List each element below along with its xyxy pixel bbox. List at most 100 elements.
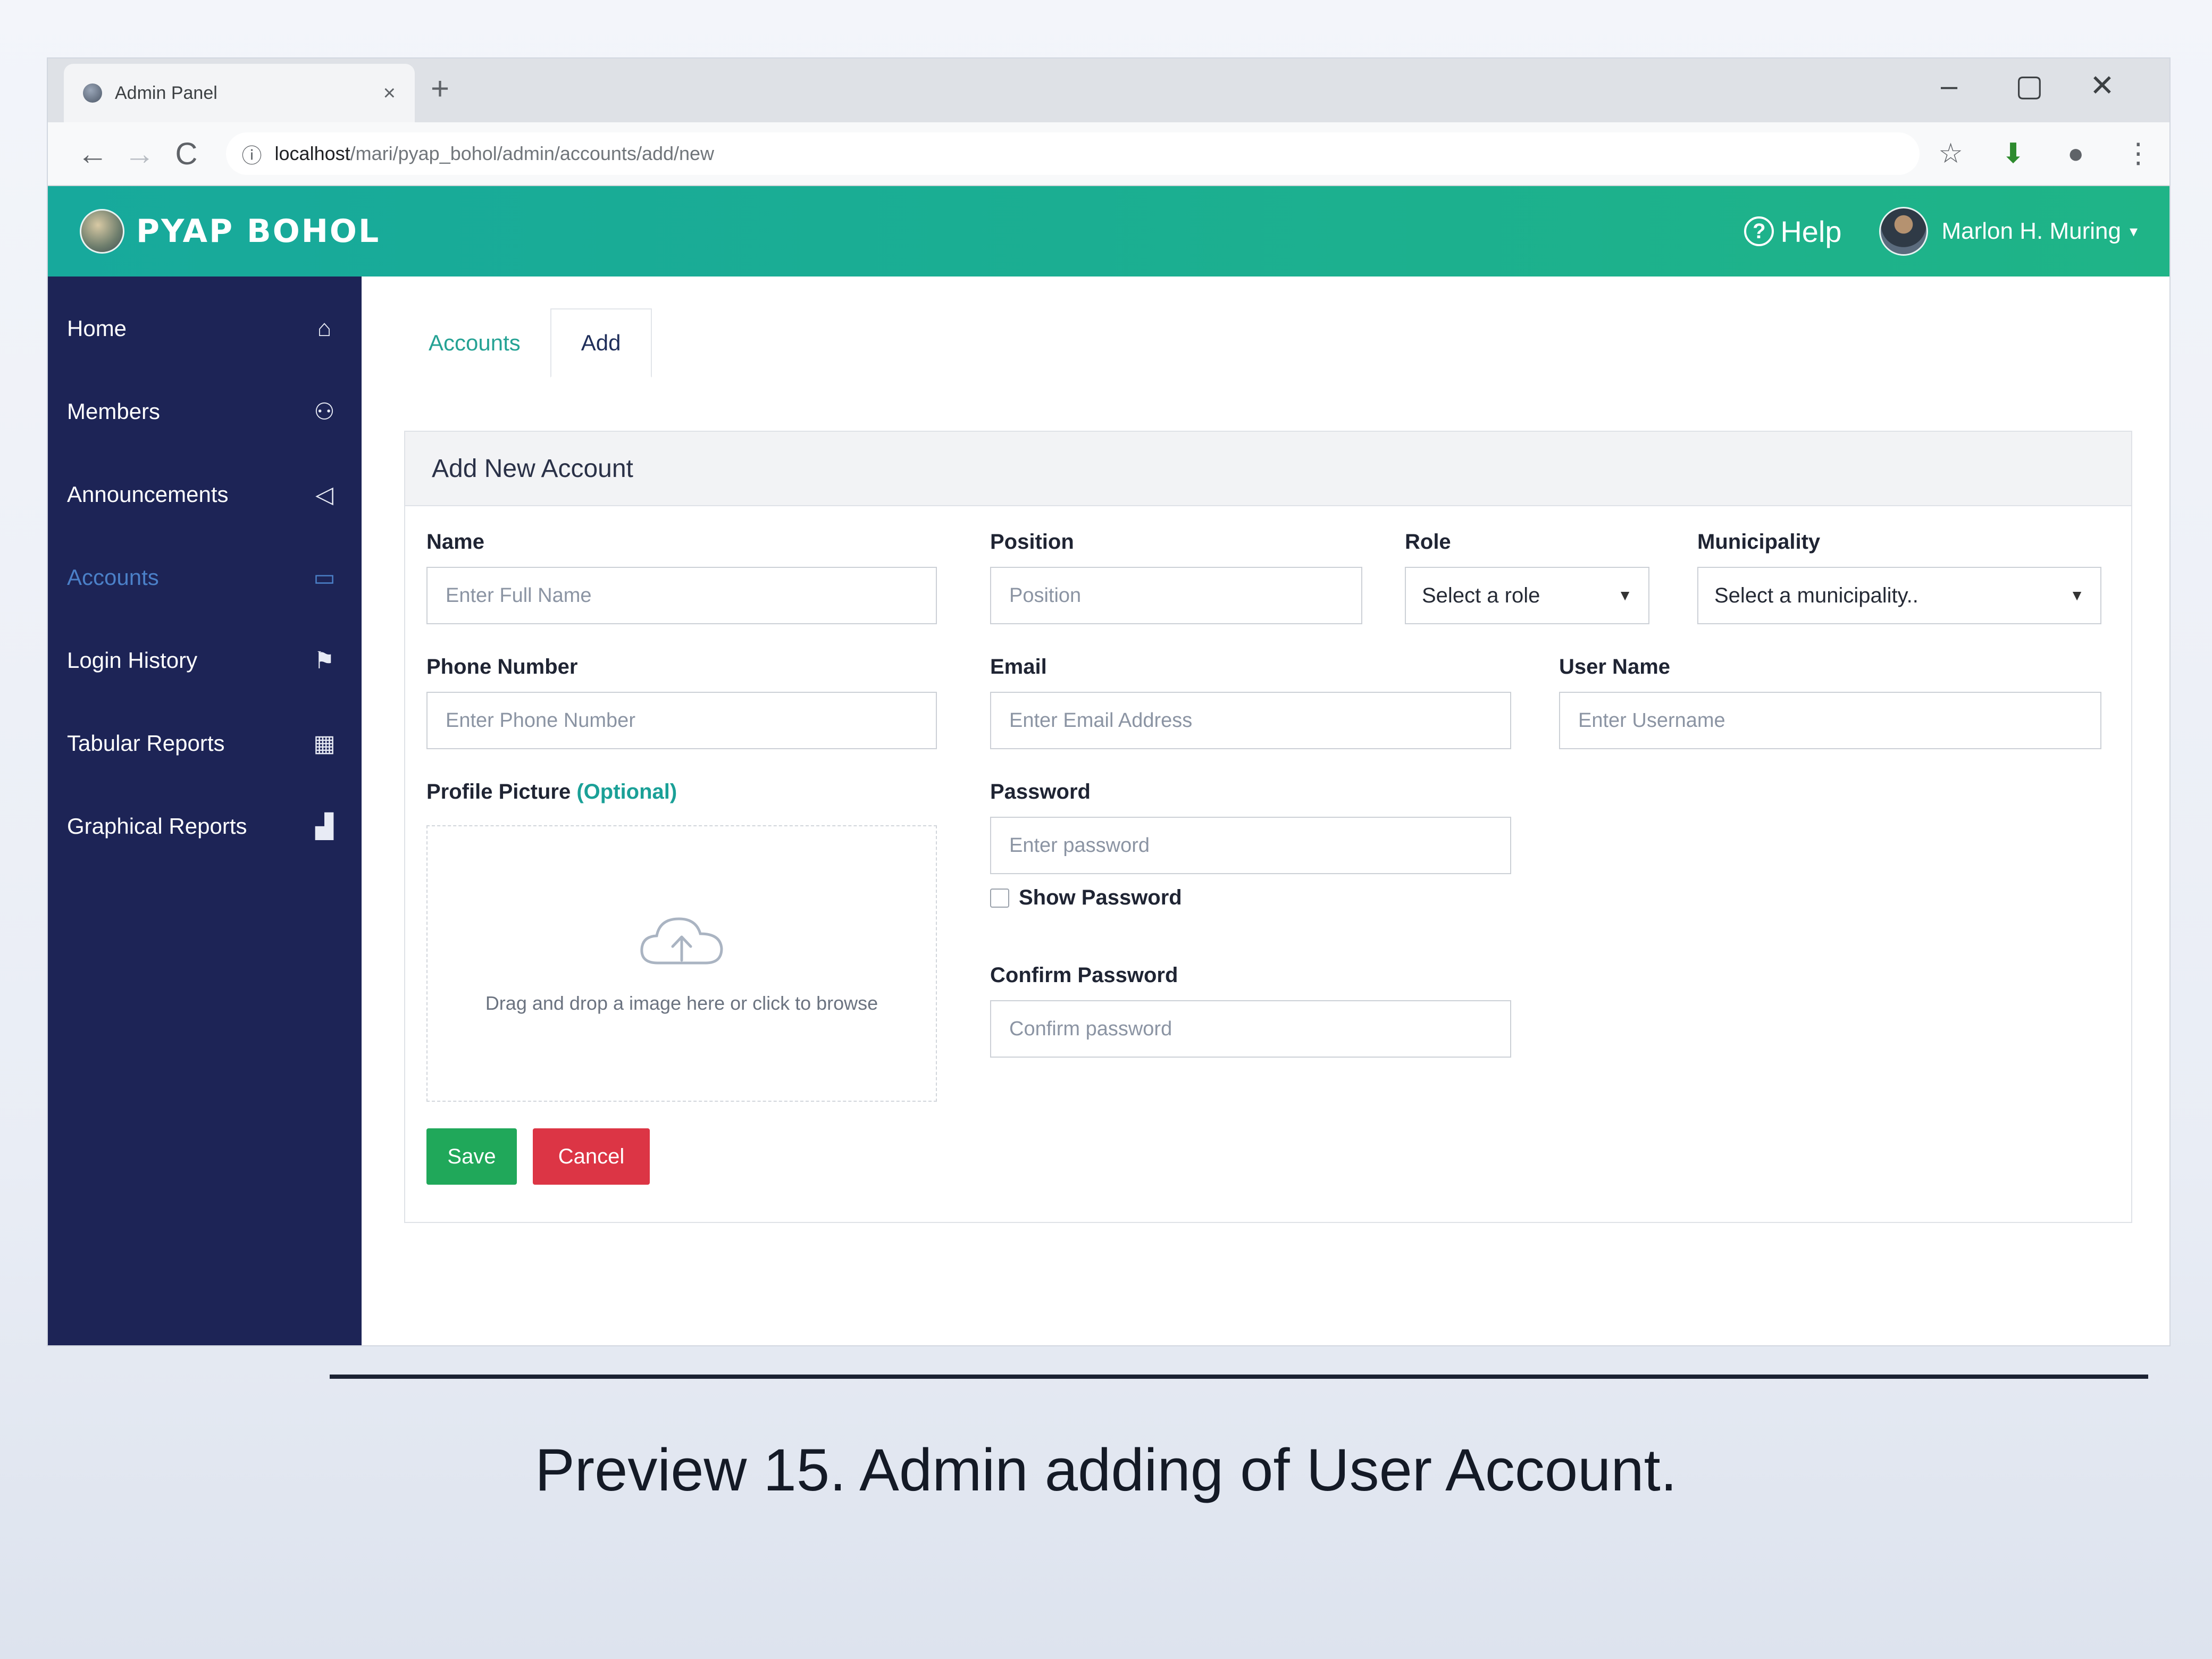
panel-title: Add New Account	[405, 432, 2131, 506]
name-input[interactable]	[426, 567, 937, 624]
sidebar-item-members[interactable]: Members ⚇	[48, 370, 362, 453]
username-input[interactable]	[1559, 692, 2101, 749]
profile-picture-label: Profile Picture (Optional)	[426, 780, 677, 804]
sidebar-item-label: Members	[67, 399, 161, 424]
sidebar-item-label: Home	[67, 316, 127, 341]
sidebar-item-label: Graphical Reports	[67, 814, 247, 839]
sidebar-item-announcements[interactable]: Announcements ◁	[48, 453, 362, 536]
name-label: Name	[426, 530, 484, 554]
menu-icon[interactable]: ⋮	[2107, 138, 2169, 170]
profile-icon[interactable]: ●	[2045, 138, 2107, 170]
header-actions: ? Help Marlon H. Muring ▾	[1744, 207, 2138, 256]
phone-field-group: Phone Number	[426, 655, 937, 749]
main-content: Accounts Add Add New Account Name Phone …	[362, 276, 2169, 1345]
position-input[interactable]	[990, 567, 1362, 624]
minimize-button[interactable]: –	[1941, 68, 1957, 103]
show-password-row: Show Password	[990, 886, 1511, 910]
show-password-label[interactable]: Show Password	[1019, 886, 1182, 910]
close-window-button[interactable]: ✕	[2090, 68, 2115, 103]
username-field-group: User Name	[1559, 655, 2101, 749]
document-page: Admin Panel × + – ▢ ✕ ← → C ⓘ localhost …	[0, 0, 2212, 1659]
password-label: Password	[990, 780, 1091, 803]
url-input[interactable]: ⓘ localhost /mari/pyap_bohol/admin/accou…	[225, 132, 1920, 175]
sidebar-item-login-history[interactable]: Login History ⚑	[48, 619, 362, 702]
brand-title[interactable]: PYAP BOHOL	[136, 213, 380, 250]
url-host: localhost	[274, 143, 350, 164]
municipality-select[interactable]: Select a municipality.. ▼	[1697, 567, 2101, 624]
confirm-password-input[interactable]	[990, 1000, 1511, 1058]
caret-down-icon: ▼	[2069, 587, 2084, 604]
tab-accounts[interactable]: Accounts	[399, 308, 550, 378]
municipality-label: Municipality	[1697, 530, 1821, 554]
star-icon[interactable]: ☆	[1920, 138, 1982, 170]
breadcrumb: Accounts Add	[399, 308, 652, 378]
reload-icon[interactable]: C	[163, 136, 210, 172]
cancel-button[interactable]: Cancel	[533, 1128, 650, 1185]
chevron-down-icon[interactable]: ▾	[2130, 222, 2138, 241]
home-icon: ⌂	[317, 315, 332, 341]
help-icon[interactable]: ?	[1744, 216, 1774, 246]
role-select-value: Select a role	[1422, 583, 1540, 607]
save-button[interactable]: Save	[426, 1128, 517, 1185]
role-field-group: Role Select a role ▼	[1405, 530, 1649, 624]
phone-label: Phone Number	[426, 655, 578, 678]
email-label: Email	[990, 655, 1047, 678]
role-select[interactable]: Select a role ▼	[1405, 567, 1649, 624]
sidebar-item-tabular-reports[interactable]: Tabular Reports ▦	[48, 702, 362, 785]
address-bar-row: ← → C ⓘ localhost /mari/pyap_bohol/admin…	[48, 122, 2169, 186]
profile-picture-group: Profile Picture (Optional)	[426, 780, 677, 817]
megaphone-icon: ◁	[315, 481, 333, 508]
forward-icon[interactable]: →	[116, 136, 163, 172]
password-input[interactable]	[990, 817, 1511, 874]
email-input[interactable]	[990, 692, 1511, 749]
tab-close-icon[interactable]: ×	[383, 81, 396, 105]
table-icon: ▦	[313, 730, 336, 757]
back-icon[interactable]: ←	[69, 136, 116, 172]
avatar[interactable]	[1879, 207, 1928, 256]
logo-icon	[80, 209, 124, 254]
url-path: /mari/pyap_bohol/admin/accounts/add/new	[350, 143, 715, 164]
sidebar-item-home[interactable]: Home ⌂	[48, 287, 362, 370]
user-icon: ⚇	[314, 398, 335, 425]
municipality-select-value: Select a municipality..	[1714, 583, 1918, 607]
help-link[interactable]: Help	[1780, 214, 1841, 249]
image-dropzone[interactable]: Drag and drop a image here or click to b…	[426, 825, 937, 1102]
user-menu[interactable]: Marlon H. Muring	[1942, 218, 2121, 245]
tab-bar: Admin Panel × + – ▢ ✕	[48, 58, 2169, 122]
new-tab-button[interactable]: +	[431, 70, 449, 107]
site-info-icon[interactable]: ⓘ	[242, 139, 262, 169]
card-icon: ▭	[313, 564, 336, 591]
browser-window: Admin Panel × + – ▢ ✕ ← → C ⓘ localhost …	[48, 58, 2169, 1345]
dropzone-text: Drag and drop a image here or click to b…	[485, 992, 878, 1014]
email-field-group: Email	[990, 655, 1511, 749]
position-label: Position	[990, 530, 1074, 554]
sidebar-item-accounts[interactable]: Accounts ▭	[48, 536, 362, 619]
sidebar-item-label: Tabular Reports	[67, 731, 225, 756]
bar-chart-icon: ▟	[315, 813, 333, 840]
show-password-checkbox[interactable]	[990, 888, 1009, 908]
cloud-upload-icon	[640, 917, 723, 965]
maximize-button[interactable]: ▢	[2015, 68, 2043, 103]
add-account-panel: Add New Account Name Phone Number Profil…	[404, 431, 2132, 1223]
sidebar-item-label: Accounts	[67, 565, 159, 590]
optional-label: (Optional)	[576, 780, 677, 803]
confirm-password-label: Confirm Password	[990, 963, 1178, 987]
role-label: Role	[1405, 530, 1451, 554]
flag-icon: ⚑	[314, 647, 335, 674]
sidebar-item-graphical-reports[interactable]: Graphical Reports ▟	[48, 785, 362, 868]
extension-icon[interactable]: ⬇	[1982, 138, 2045, 170]
username-label: User Name	[1559, 655, 1671, 678]
sidebar-item-label: Announcements	[67, 482, 229, 507]
sidebar: Home ⌂ Members ⚇ Announcements ◁ Account…	[48, 276, 362, 1345]
browser-tab[interactable]: Admin Panel ×	[64, 64, 415, 122]
tab-title: Admin Panel	[115, 82, 217, 103]
figure-caption: Preview 15. Admin adding of User Account…	[535, 1437, 1677, 1503]
app-header: PYAP BOHOL ? Help Marlon H. Muring ▾	[48, 186, 2169, 276]
favicon-icon	[83, 83, 102, 103]
sidebar-item-label: Login History	[67, 648, 198, 673]
confirm-password-field-group: Confirm Password	[990, 963, 1511, 1058]
profile-picture-label-text: Profile Picture	[426, 780, 571, 803]
phone-input[interactable]	[426, 692, 937, 749]
tab-add[interactable]: Add	[550, 308, 652, 378]
municipality-field-group: Municipality Select a municipality.. ▼	[1697, 530, 2101, 624]
